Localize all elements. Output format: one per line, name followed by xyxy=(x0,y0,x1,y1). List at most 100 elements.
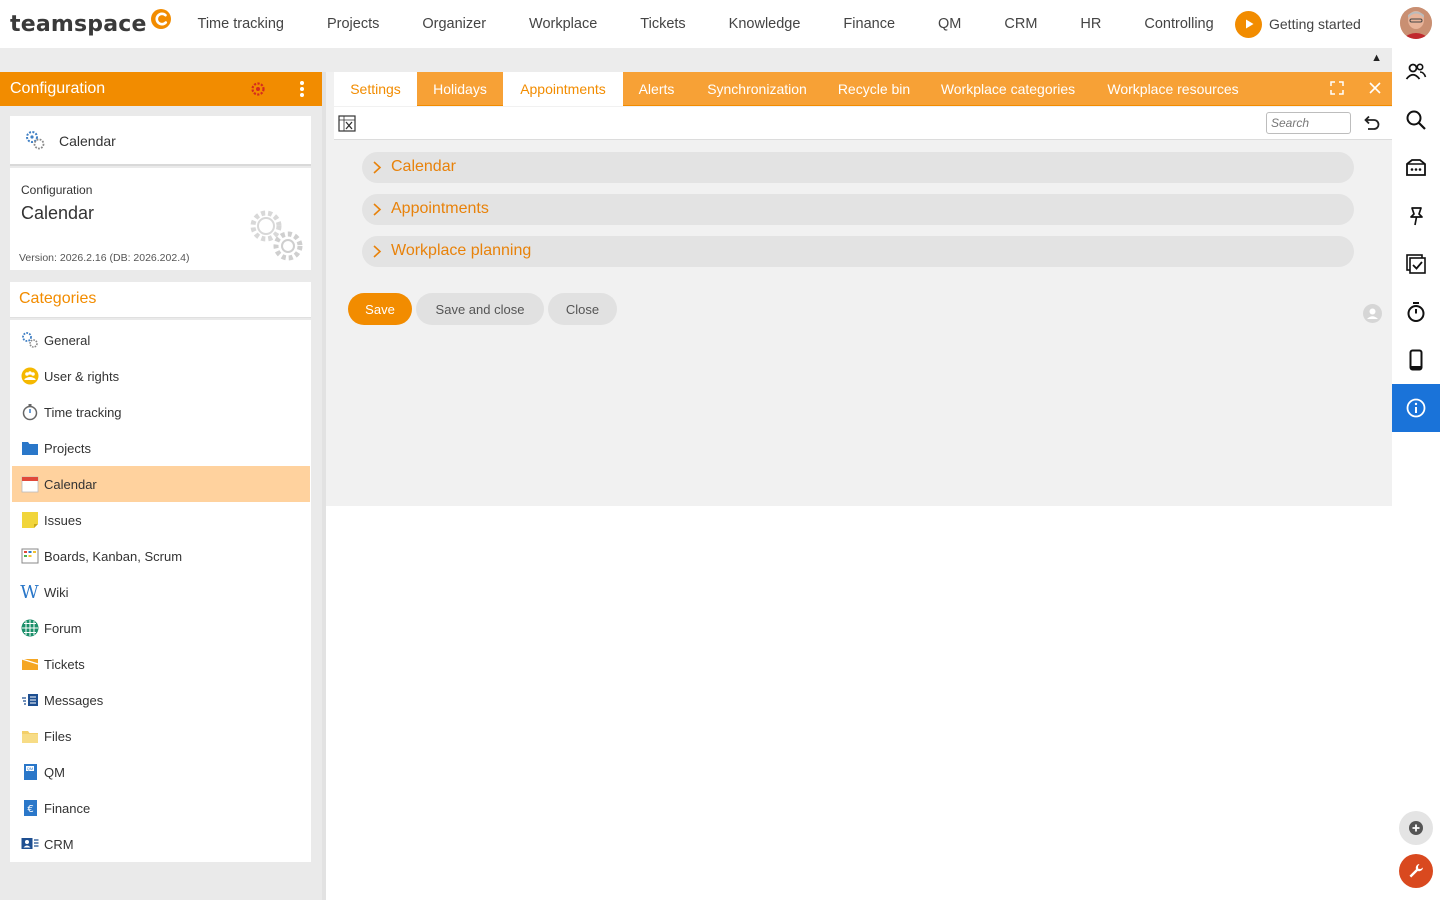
tab-recycle-bin[interactable]: Recycle bin xyxy=(824,72,924,106)
categories-title: Categories xyxy=(19,290,97,307)
teamspace-logo[interactable]: teamspace xyxy=(10,9,172,39)
getting-started-button[interactable]: Getting started xyxy=(1235,10,1361,38)
version-text: Version: 2026.2.16 (DB: 2026.202.4) xyxy=(19,252,190,264)
settings-gear-icon[interactable] xyxy=(249,80,267,98)
svg-text:QM: QM xyxy=(26,766,32,771)
play-icon xyxy=(1235,10,1262,38)
add-button[interactable] xyxy=(1399,811,1433,845)
tab-holidays[interactable]: Holidays xyxy=(417,72,503,106)
category-label: Files xyxy=(44,728,72,744)
category-label: Projects xyxy=(44,440,91,456)
user-indicator-icon[interactable] xyxy=(1363,304,1382,323)
category-issues[interactable]: Issues xyxy=(12,502,310,538)
main-content: Settings Holidays Appointments Alerts Sy… xyxy=(326,72,1392,506)
mobile-button[interactable] xyxy=(1392,336,1440,384)
tab-appointments[interactable]: Appointments xyxy=(503,72,623,106)
category-boards[interactable]: Boards, Kanban, Scrum xyxy=(12,538,310,574)
category-finance[interactable]: € Finance xyxy=(12,790,310,826)
tab-alerts[interactable]: Alerts xyxy=(623,72,690,106)
section-workplace-planning[interactable]: Workplace planning xyxy=(362,236,1354,267)
board-icon xyxy=(20,547,39,566)
tab-synchronization[interactable]: Synchronization xyxy=(690,72,824,106)
nav-hr[interactable]: HR xyxy=(1059,16,1123,32)
category-projects[interactable]: Projects xyxy=(12,430,310,466)
category-calendar[interactable]: Calendar xyxy=(12,466,310,502)
category-messages[interactable]: Messages xyxy=(12,682,310,718)
category-user-rights[interactable]: User & rights xyxy=(12,358,310,394)
right-sidebar xyxy=(1392,48,1440,900)
chevron-right-icon xyxy=(373,161,382,174)
configuration-panel: Configuration Calendar Configuration Cal… xyxy=(0,72,322,900)
tools-button[interactable] xyxy=(1399,854,1433,888)
close-icon[interactable] xyxy=(1368,81,1382,95)
nav-workplace[interactable]: Workplace xyxy=(508,16,619,32)
category-time-tracking[interactable]: Time tracking xyxy=(12,394,310,430)
stopwatch-icon xyxy=(1407,302,1425,322)
panel-title: Configuration xyxy=(10,80,106,97)
crm-icon xyxy=(20,835,39,854)
category-forum[interactable]: Forum xyxy=(12,610,310,646)
nav-tickets[interactable]: Tickets xyxy=(619,16,707,32)
save-and-close-button[interactable]: Save and close xyxy=(416,293,544,325)
category-label: Calendar xyxy=(44,476,97,492)
categories-header: Categories xyxy=(10,282,311,318)
tab-workplace-resources[interactable]: Workplace resources xyxy=(1092,72,1254,106)
collapse-up-icon[interactable]: ▲ xyxy=(1371,52,1382,64)
timer-button[interactable] xyxy=(1392,288,1440,336)
forum-icon xyxy=(20,619,39,638)
nav-qm[interactable]: QM xyxy=(917,16,983,32)
kebab-menu-icon[interactable] xyxy=(296,80,308,98)
tab-workplace-categories[interactable]: Workplace categories xyxy=(924,72,1092,106)
category-files[interactable]: Files xyxy=(12,718,310,754)
ticket-icon xyxy=(20,655,39,674)
category-tickets[interactable]: Tickets xyxy=(12,646,310,682)
category-label: Forum xyxy=(44,620,82,636)
tasks-button[interactable] xyxy=(1392,240,1440,288)
category-label: General xyxy=(44,332,91,348)
nav-projects[interactable]: Projects xyxy=(305,16,400,32)
nav-controlling[interactable]: Controlling xyxy=(1123,16,1235,32)
tab-settings[interactable]: Settings xyxy=(334,72,417,106)
config-info-card: Configuration Calendar Version: 2026.2.1… xyxy=(10,168,311,270)
section-appointments[interactable]: Appointments xyxy=(362,194,1354,225)
contacts-button[interactable] xyxy=(1392,48,1440,96)
export-excel-icon[interactable] xyxy=(338,115,356,132)
close-button[interactable]: Close xyxy=(548,293,617,325)
category-label: Boards, Kanban, Scrum xyxy=(44,548,183,564)
selected-item-card[interactable]: Calendar xyxy=(10,116,311,166)
nav-organizer[interactable]: Organizer xyxy=(401,16,508,32)
nav-crm[interactable]: CRM xyxy=(983,16,1059,32)
search-input[interactable] xyxy=(1266,112,1351,134)
category-label: Time tracking xyxy=(44,404,122,420)
nav-time-tracking[interactable]: Time tracking xyxy=(176,16,305,32)
inbox-button[interactable] xyxy=(1392,144,1440,192)
gray-strip: ▲ xyxy=(0,48,1392,72)
info-button[interactable] xyxy=(1392,384,1440,432)
user-avatar[interactable] xyxy=(1400,7,1432,39)
section-title: Appointments xyxy=(391,200,489,217)
save-button[interactable]: Save xyxy=(348,293,412,325)
people-icon xyxy=(1405,63,1427,80)
category-qm[interactable]: QM QM xyxy=(12,754,310,790)
undo-icon[interactable] xyxy=(1361,113,1381,133)
nav-knowledge[interactable]: Knowledge xyxy=(707,16,822,32)
main-nav: Time tracking Projects Organizer Workpla… xyxy=(176,0,1235,48)
section-calendar[interactable]: Calendar xyxy=(362,152,1354,183)
mobile-phone-icon xyxy=(1409,349,1423,371)
nav-finance[interactable]: Finance xyxy=(822,16,917,32)
category-wiki[interactable]: W Wiki xyxy=(12,574,310,610)
selected-item-label: Calendar xyxy=(59,133,116,149)
tab-bar: Settings Holidays Appointments Alerts Sy… xyxy=(334,72,1392,106)
search-button[interactable] xyxy=(1392,96,1440,144)
top-navigation-bar: teamspace Time tracking Projects Organiz… xyxy=(0,0,1440,48)
svg-text:€: € xyxy=(27,804,33,815)
fullscreen-icon[interactable] xyxy=(1330,81,1344,95)
finance-icon: € xyxy=(20,799,39,818)
category-general[interactable]: General xyxy=(12,322,310,358)
pin-button[interactable] xyxy=(1392,192,1440,240)
category-crm[interactable]: CRM xyxy=(12,826,310,862)
config-info-title: Calendar xyxy=(21,203,95,223)
toolbar xyxy=(334,107,1392,140)
category-label: Issues xyxy=(44,512,82,528)
sticky-note-icon xyxy=(20,511,39,530)
